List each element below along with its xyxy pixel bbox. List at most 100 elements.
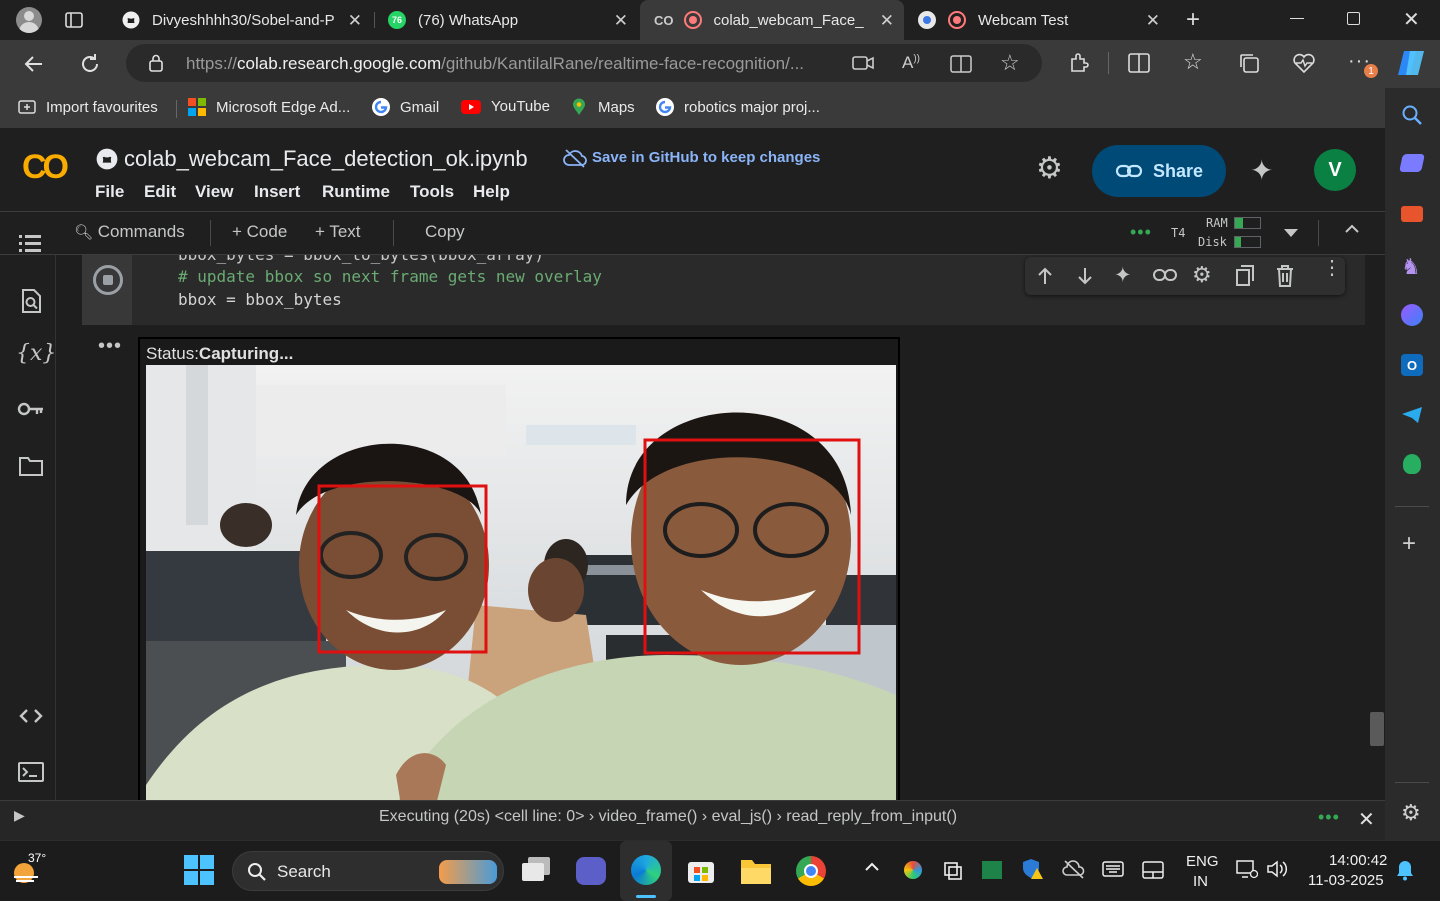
runtime-dropdown-icon[interactable]	[1284, 229, 1298, 237]
more-options-icon[interactable]: ⋮	[1322, 258, 1342, 278]
favourite-import[interactable]: Import favourites	[18, 98, 158, 116]
camera-in-use-icon[interactable]	[852, 55, 874, 71]
clock-date[interactable]: 11-03-2025	[1308, 872, 1384, 889]
execution-status[interactable]: Executing (20s) <cell line: 0> › video_f…	[379, 808, 957, 826]
tab-github[interactable]: Divyeshhhh30/Sobel-and-P ✕	[110, 0, 372, 40]
tray-green-app-icon[interactable]	[982, 861, 1002, 879]
copilot-icon[interactable]	[1396, 48, 1428, 78]
add-sidebar-icon[interactable]: +	[1402, 530, 1416, 558]
touchpad-icon[interactable]	[1142, 861, 1164, 879]
secrets-key-icon[interactable]	[17, 401, 45, 417]
browser-essentials-icon[interactable]	[1292, 52, 1316, 74]
notebook-title[interactable]: colab_webcam_Face_detection_ok.ipynb	[124, 146, 528, 172]
gemini-cell-icon[interactable]: ✦	[1114, 263, 1132, 288]
extensions-icon[interactable]	[1068, 52, 1090, 74]
save-in-github-link[interactable]: Save in GitHub to keep changes	[592, 149, 820, 166]
microsoft-store-icon[interactable]	[686, 855, 716, 885]
settings-gear-icon[interactable]: ⚙	[1036, 154, 1063, 184]
collections-icon[interactable]	[1238, 52, 1260, 74]
onedrive-off-icon[interactable]	[1062, 859, 1086, 879]
tab-whatsapp[interactable]: 76 (76) WhatsApp ✕	[376, 0, 638, 40]
files-folder-icon[interactable]	[18, 455, 44, 477]
tab-colab[interactable]: CO colab_webcam_Face_de ✕	[640, 0, 904, 40]
menu-file[interactable]: File	[95, 182, 124, 202]
code-snippets-icon[interactable]	[18, 707, 44, 725]
start-windows-icon[interactable]	[184, 855, 214, 885]
favourite-edge-add-ons[interactable]: Microsoft Edge Ad...	[188, 98, 350, 116]
copy-to-drive-button[interactable]: Copy	[425, 222, 465, 242]
keyboard-icon[interactable]	[1102, 861, 1124, 877]
favorite-star-icon[interactable]: ☆	[1000, 50, 1020, 76]
menu-tools[interactable]: Tools	[410, 182, 454, 202]
menu-insert[interactable]: Insert	[254, 182, 300, 202]
menu-runtime[interactable]: Runtime	[322, 182, 390, 202]
colab-logo[interactable]: CO	[22, 148, 69, 187]
favourite-maps[interactable]: Maps	[570, 98, 635, 116]
window-close-icon[interactable]: ✕	[1403, 7, 1420, 32]
profile-avatar-icon[interactable]	[16, 7, 42, 33]
ram-meter[interactable]	[1234, 217, 1261, 229]
close-tab-icon[interactable]: ✕	[614, 11, 628, 31]
collapse-header-icon[interactable]	[1343, 220, 1361, 238]
stop-cell-icon[interactable]	[93, 265, 123, 295]
output-actions-icon[interactable]: •••	[98, 335, 122, 358]
favourite-gmail[interactable]: Gmail	[372, 98, 439, 116]
refresh-icon[interactable]	[78, 52, 102, 76]
restore-icon[interactable]	[1347, 12, 1360, 25]
gemini-sparkle-icon[interactable]: ✦	[1250, 154, 1273, 187]
edge-icon[interactable]	[631, 855, 661, 885]
runtime-type[interactable]: T4	[1171, 226, 1185, 240]
close-status-icon[interactable]: ✕	[1358, 807, 1375, 832]
taskbar-search[interactable]: Search	[232, 851, 504, 891]
copilot-m365-icon[interactable]	[1401, 304, 1423, 326]
tray-copy-icon[interactable]	[943, 861, 963, 881]
find-replace-icon[interactable]	[20, 289, 42, 313]
security-warning-icon[interactable]	[1022, 858, 1044, 880]
region-indicator[interactable]: IN	[1193, 873, 1208, 890]
telegram-icon[interactable]	[1401, 406, 1423, 424]
split-screen-icon[interactable]	[1128, 53, 1150, 73]
file-explorer-icon[interactable]	[740, 857, 772, 885]
tree-icon[interactable]	[1403, 454, 1421, 474]
delete-cell-icon[interactable]	[1276, 265, 1294, 287]
volume-icon[interactable]	[1266, 859, 1288, 879]
teams-icon[interactable]	[576, 857, 606, 885]
scrollbar-thumb[interactable]	[1370, 712, 1384, 746]
favourite-robotics[interactable]: robotics major proj...	[656, 98, 820, 116]
expand-panel-icon[interactable]: ▶	[14, 807, 25, 824]
lock-icon[interactable]	[148, 54, 164, 72]
games-icon[interactable]: ♞	[1401, 254, 1421, 280]
search-icon[interactable]	[1401, 104, 1423, 126]
terminal-icon[interactable]	[18, 761, 44, 783]
webcam-video[interactable]	[146, 365, 896, 800]
cell-settings-icon[interactable]: ⚙	[1192, 262, 1212, 288]
mirror-cell-icon[interactable]	[1235, 265, 1255, 287]
tray-app-icon[interactable]	[904, 861, 922, 879]
favorites-list-icon[interactable]: ☆	[1183, 49, 1203, 75]
clock-time[interactable]: 14:00:42	[1329, 852, 1387, 869]
menu-view[interactable]: View	[195, 182, 233, 202]
share-button[interactable]: Share	[1092, 145, 1226, 197]
table-of-contents-icon[interactable]	[18, 232, 42, 254]
move-up-icon[interactable]	[1035, 266, 1055, 286]
outlook-icon[interactable]: O	[1401, 354, 1423, 376]
url-text[interactable]: https://colab.research.google.com/github…	[186, 54, 804, 74]
close-tab-icon[interactable]: ✕	[1146, 11, 1160, 31]
chrome-icon[interactable]	[796, 856, 826, 886]
favourite-youtube[interactable]: YouTube	[461, 98, 550, 115]
disk-meter[interactable]	[1234, 236, 1261, 248]
new-tab-icon[interactable]: +	[1186, 6, 1200, 34]
link-cell-icon[interactable]	[1153, 268, 1177, 282]
close-tab-icon[interactable]: ✕	[348, 11, 362, 31]
back-icon[interactable]	[22, 52, 46, 76]
user-avatar[interactable]: V	[1314, 149, 1356, 191]
language-indicator[interactable]: ENG	[1186, 853, 1219, 870]
code-comment[interactable]: # update bbox so next frame gets new ove…	[178, 267, 602, 286]
move-down-icon[interactable]	[1075, 266, 1095, 286]
code-line-partial[interactable]: bbox_bytes = bbox_to_bytes(bbox_array)	[178, 255, 544, 264]
add-text-button[interactable]: + Text	[315, 222, 361, 242]
add-code-button[interactable]: + Code	[232, 222, 287, 242]
notifications-bell-icon[interactable]	[1396, 859, 1414, 881]
immersive-reader-icon[interactable]	[950, 55, 972, 73]
read-aloud-icon[interactable]: A))	[902, 53, 920, 73]
